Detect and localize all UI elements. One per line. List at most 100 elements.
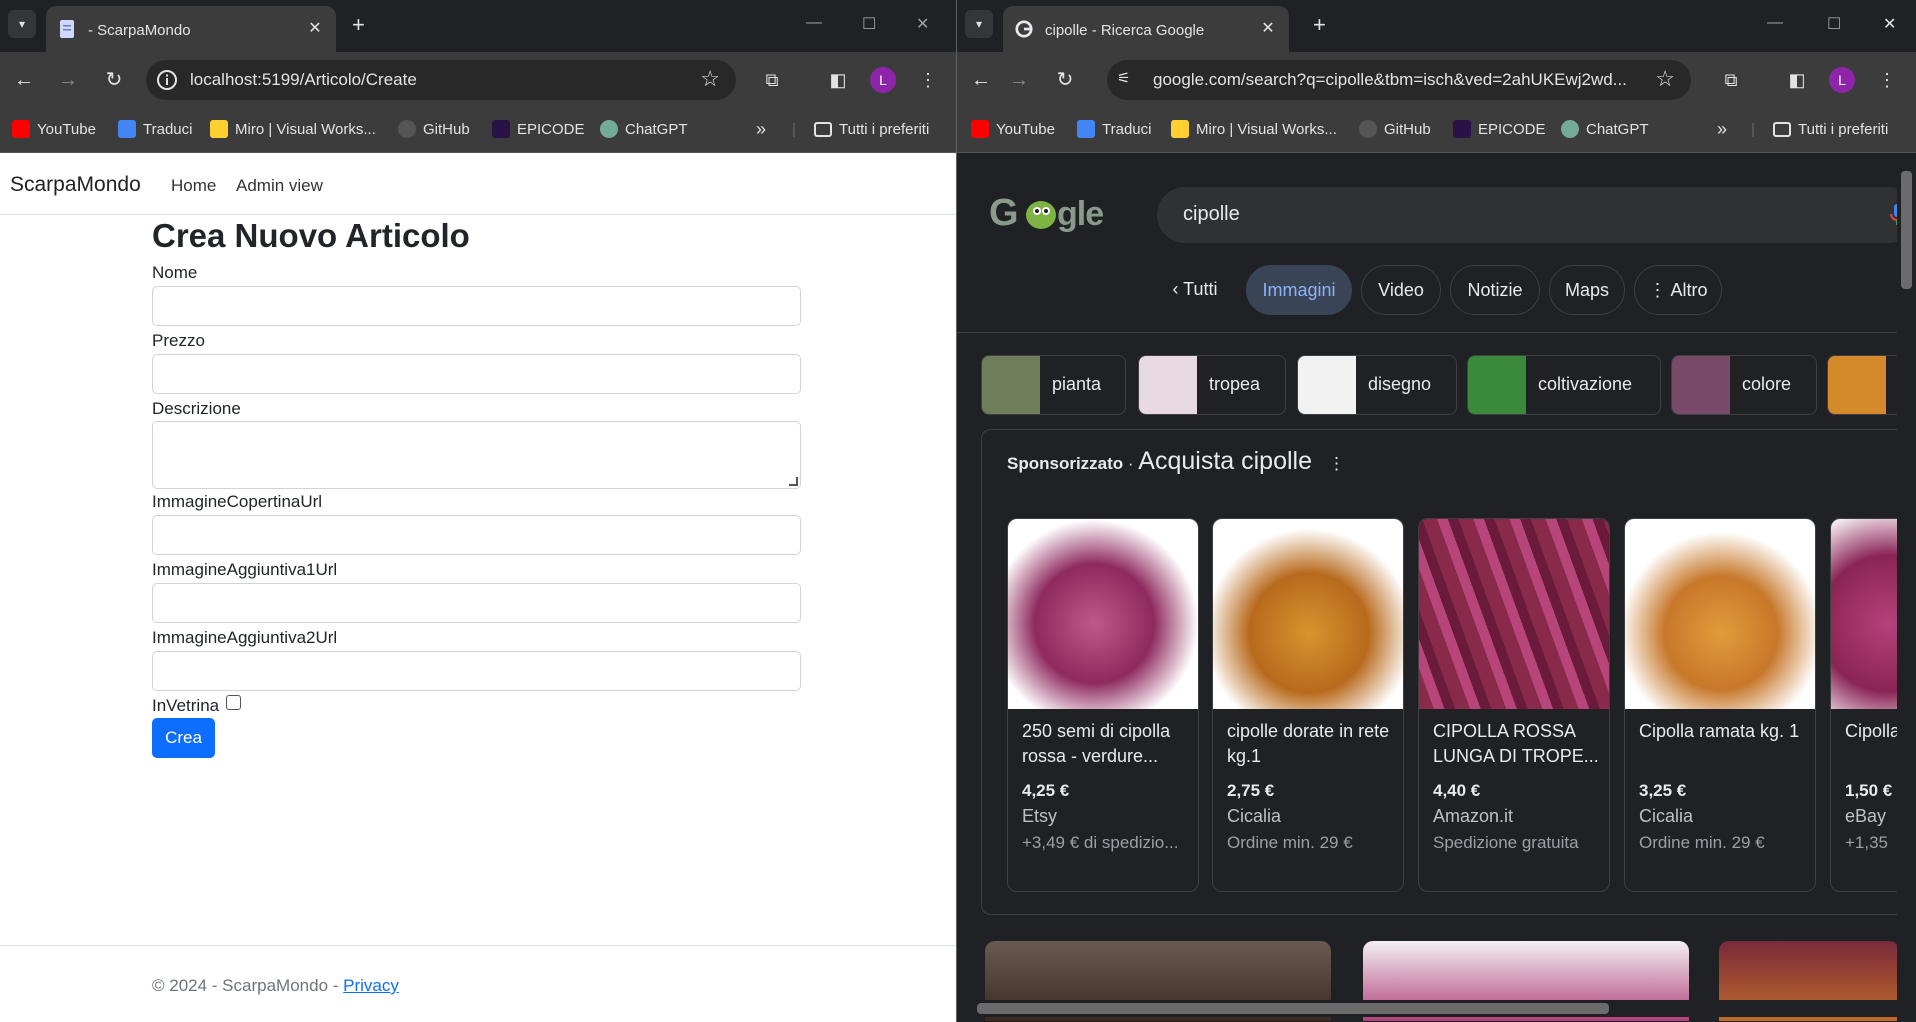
privacy-link[interactable]: Privacy: [343, 976, 399, 995]
close-window-icon[interactable]: ✕: [1883, 14, 1896, 34]
site-settings-icon[interactable]: ⚟: [1117, 69, 1139, 91]
product-card[interactable]: CIPOLLA ROSSA LUNGA DI TROPE... 4,40 € A…: [1418, 518, 1610, 892]
tab-search-button[interactable]: ▾: [965, 10, 993, 38]
extensions-icon[interactable]: ⧉: [760, 68, 784, 92]
more-bookmarks-button[interactable]: »: [756, 118, 766, 140]
product-card[interactable]: cipolle dorate in rete kg.1 2,75 € Cical…: [1212, 518, 1404, 892]
maximize-icon[interactable]: ☐: [1827, 14, 1841, 34]
maximize-icon[interactable]: ☐: [862, 14, 876, 34]
nome-input[interactable]: [152, 286, 801, 326]
bookmark-chatgpt[interactable]: ChatGPT: [600, 118, 688, 140]
close-tab-icon[interactable]: ✕: [304, 18, 326, 40]
tab-immagini[interactable]: Immagini: [1246, 265, 1352, 315]
tab-altro[interactable]: ⋮ Altro: [1634, 265, 1722, 315]
vertical-scrollbar[interactable]: [1897, 153, 1916, 1022]
back-icon[interactable]: ←: [969, 68, 993, 92]
tab-maps[interactable]: Maps: [1549, 265, 1625, 315]
bookmark-star-icon[interactable]: ☆: [700, 66, 720, 92]
related-chip-colore[interactable]: colore: [1671, 355, 1817, 415]
menu-icon[interactable]: ⋮: [1875, 68, 1899, 92]
tab-notizie[interactable]: Notizie: [1450, 265, 1540, 315]
reload-icon[interactable]: ↻: [102, 68, 126, 92]
bookmark-miro[interactable]: Miro | Visual Works...: [210, 118, 376, 140]
bookmark-star-icon[interactable]: ☆: [1655, 66, 1675, 92]
tab-search-button[interactable]: ▾: [8, 10, 36, 38]
new-tab-button[interactable]: +: [1313, 14, 1326, 36]
bookmark-github[interactable]: GitHub: [398, 118, 470, 140]
prezzo-input[interactable]: [152, 354, 801, 394]
close-window-icon[interactable]: ✕: [916, 14, 929, 34]
scrollbar-thumb[interactable]: [1901, 171, 1912, 289]
product-title: cipolle dorate in rete kg.1: [1227, 721, 1390, 766]
bookmark-chatgpt[interactable]: ChatGPT: [1561, 118, 1649, 140]
related-chip-pianta[interactable]: pianta: [981, 355, 1126, 415]
immagine-aggiuntiva1-label: ImmagineAggiuntiva1Url: [152, 560, 338, 579]
horizontal-scrollbar[interactable]: [957, 1000, 1897, 1017]
bookmark-epicode[interactable]: EPICODE: [492, 118, 585, 140]
address-bar[interactable]: localhost:5199/Articolo/Create ☆: [146, 60, 736, 100]
related-chip-coltivazione[interactable]: coltivazione: [1467, 355, 1661, 415]
profile-avatar[interactable]: L: [870, 67, 896, 93]
bookmark-miro[interactable]: Miro | Visual Works...: [1171, 118, 1337, 140]
side-panel-icon[interactable]: ◧: [826, 68, 850, 92]
related-chip-tropea[interactable]: tropea: [1138, 355, 1286, 415]
profile-avatar[interactable]: L: [1829, 67, 1855, 93]
tab-strip: ▾ cipolle - Ricerca Google ✕ + — ☐ ✕: [957, 0, 1916, 52]
more-vert-icon: ⋮: [1648, 280, 1671, 300]
product-card[interactable]: 250 semi di cipolla rossa - verdure... 4…: [1007, 518, 1199, 892]
google-doodle-logo[interactable]: G gle: [989, 189, 1109, 237]
extensions-icon[interactable]: ⧉: [1719, 68, 1743, 92]
descrizione-textarea[interactable]: [152, 421, 801, 489]
nav-home-link[interactable]: Home: [171, 176, 216, 196]
product-image: [1625, 519, 1815, 709]
bookmark-youtube[interactable]: YouTube: [12, 118, 96, 140]
tab-video[interactable]: Video: [1361, 265, 1441, 315]
tab-tutti[interactable]: ‹ Tutti: [1155, 265, 1235, 315]
more-options-icon[interactable]: ⋮: [1328, 454, 1345, 473]
reload-icon[interactable]: ↻: [1053, 68, 1077, 92]
bookmark-traduci[interactable]: Traduci: [1077, 118, 1151, 140]
related-chip-disegno[interactable]: disegno: [1297, 355, 1457, 415]
related-thumb: [1828, 356, 1886, 414]
bookmarks-bar: YouTube Traduci Miro | Visual Works... G…: [0, 108, 956, 153]
immagine-copertina-input[interactable]: [152, 515, 801, 555]
more-bookmarks-button[interactable]: »: [1717, 118, 1727, 140]
chevron-left-icon: ‹: [1172, 279, 1184, 299]
all-bookmarks-button[interactable]: Tutti i preferiti: [814, 118, 929, 140]
product-title: 250 semi di cipolla rossa - verdure...: [1022, 721, 1171, 766]
all-bookmarks-button[interactable]: Tutti i preferiti: [1773, 118, 1888, 140]
back-icon[interactable]: ←: [12, 68, 36, 92]
related-thumb: [1672, 356, 1730, 414]
bookmark-traduci[interactable]: Traduci: [118, 118, 192, 140]
immagine-aggiuntiva2-input[interactable]: [152, 651, 801, 691]
bookmark-youtube[interactable]: YouTube: [971, 118, 1055, 140]
menu-icon[interactable]: ⋮: [916, 68, 940, 92]
site-brand[interactable]: ScarpaMondo: [10, 173, 141, 197]
github-icon: [1359, 120, 1377, 138]
folder-icon: [814, 121, 832, 137]
bookmark-epicode[interactable]: EPICODE: [1453, 118, 1546, 140]
product-price: 4,25 €: [1022, 781, 1070, 800]
side-panel-icon[interactable]: ◧: [1785, 68, 1809, 92]
invetrina-checkbox[interactable]: [226, 695, 241, 710]
address-bar[interactable]: ⚟ google.com/search?q=cipolle&tbm=isch&v…: [1107, 60, 1691, 100]
forward-icon[interactable]: →: [1007, 68, 1031, 92]
immagine-aggiuntiva1-input[interactable]: [152, 583, 801, 623]
active-tab[interactable]: cipolle - Ricerca Google ✕: [1003, 6, 1289, 52]
close-tab-icon[interactable]: ✕: [1257, 18, 1279, 40]
scrollbar-thumb[interactable]: [977, 1003, 1609, 1014]
new-tab-button[interactable]: +: [352, 14, 365, 36]
search-box[interactable]: cipolle: [1157, 187, 1916, 243]
resize-handle[interactable]: [789, 477, 798, 486]
results-divider: [957, 332, 1916, 333]
minimize-icon[interactable]: —: [806, 14, 822, 32]
bookmark-github[interactable]: GitHub: [1359, 118, 1431, 140]
forward-icon[interactable]: →: [56, 68, 80, 92]
search-results-page: G gle cipolle ‹ Tutti Immagini Video Not…: [957, 153, 1916, 1022]
product-card[interactable]: Cipolla ramata kg. 1 3,25 € Cicalia Ordi…: [1624, 518, 1816, 892]
crea-button[interactable]: Crea: [152, 718, 215, 758]
nav-admin-link[interactable]: Admin view: [236, 176, 323, 196]
tab-title: - ScarpaMondo: [88, 22, 191, 39]
active-tab[interactable]: - ScarpaMondo ✕: [46, 6, 336, 52]
minimize-icon[interactable]: —: [1767, 14, 1783, 32]
